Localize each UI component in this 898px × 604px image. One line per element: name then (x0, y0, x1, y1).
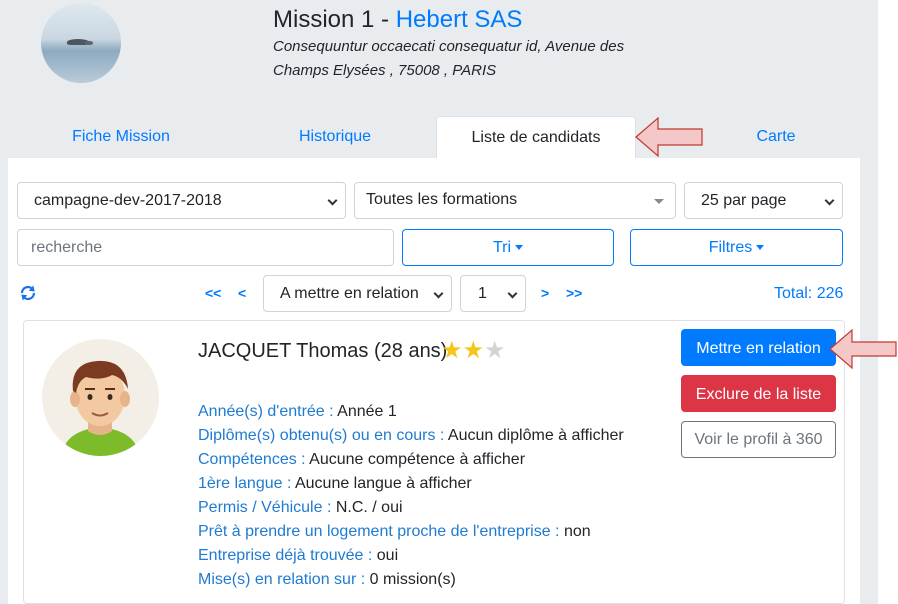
status-select-value: A mettre en relation (280, 285, 419, 302)
last-page-link[interactable]: >> (566, 285, 582, 301)
field-value: 0 mission(s) (365, 571, 456, 588)
arrow-left-icon (635, 116, 703, 158)
field-value: Année 1 (333, 403, 397, 420)
rating-stars: ★★★ (441, 336, 506, 365)
formation-select[interactable]: Toutes les formations (354, 182, 676, 219)
field-label: Permis / Véhicule : (198, 499, 332, 516)
field-annee-entree: Année(s) d'entrée : Année 1 (198, 403, 397, 421)
field-value: N.C. / oui (331, 499, 403, 516)
page-title: Mission 1 - Hebert SAS (273, 6, 522, 34)
mission-title-prefix: Mission 1 - (273, 6, 396, 33)
star-icon: ★ (462, 337, 485, 364)
view-profile-button[interactable]: Voir le profil à 360 (681, 421, 836, 458)
first-page-link[interactable]: << (205, 285, 221, 301)
field-label: Prêt à prendre un logement proche de l'e… (198, 523, 560, 540)
candidate-avatar (42, 339, 159, 456)
total-count: Total: 226 (774, 285, 844, 302)
caret-down-icon (756, 245, 765, 251)
campaign-select-value: campagne-dev-2017-2018 (34, 192, 222, 209)
sort-button-label: Tri (492, 239, 512, 256)
field-logement: Prêt à prendre un logement proche de l'e… (198, 523, 591, 541)
page-select[interactable]: 1 (460, 275, 526, 312)
field-value: oui (372, 547, 399, 564)
caret-down-icon (515, 245, 524, 251)
field-langue: 1ère langue : Aucune langue à afficher (198, 475, 472, 493)
campaign-select[interactable]: campagne-dev-2017-2018 (17, 182, 346, 219)
tab-liste-candidats[interactable]: Liste de candidats (436, 116, 636, 158)
field-competences: Compétences : Aucune compétence à affich… (198, 451, 525, 469)
field-mises-en-relation: Mise(s) en relation sur : 0 mission(s) (198, 571, 456, 589)
company-link[interactable]: Hebert SAS (396, 6, 523, 33)
next-page-link[interactable]: > (541, 285, 549, 301)
field-value: Aucun diplôme à afficher (444, 427, 624, 444)
tab-historique[interactable]: Historique (234, 116, 436, 158)
exclude-button[interactable]: Exclure de la liste (681, 375, 836, 412)
status-select[interactable]: A mettre en relation (263, 275, 452, 312)
field-value: non (559, 523, 591, 540)
star-empty-icon: ★ (484, 337, 506, 364)
mission-logo (41, 3, 121, 83)
page-select-value: 1 (478, 285, 487, 302)
field-value: Aucune compétence à afficher (305, 451, 526, 468)
field-permis: Permis / Véhicule : N.C. / oui (198, 499, 403, 517)
chevron-down-icon (507, 288, 518, 299)
address-line-2: Champs Elysées , 75008 , PARIS (273, 62, 497, 79)
chevron-down-icon (433, 288, 444, 299)
per-page-select-value: 25 par page (701, 192, 787, 209)
tab-carte[interactable]: Carte (676, 116, 876, 158)
field-label: Entreprise déjà trouvée : (198, 547, 373, 564)
field-diplome: Diplôme(s) obtenu(s) ou en cours : Aucun… (198, 427, 624, 445)
mission-address: Consequuntur occaecati consequatur id, A… (273, 35, 673, 83)
address-line-1: Consequuntur occaecati consequatur id, A… (273, 38, 625, 55)
candidate-name: JACQUET Thomas (28 ans) (198, 340, 448, 362)
per-page-select[interactable]: 25 par page (684, 182, 843, 219)
connect-button[interactable]: Mettre en relation (681, 329, 836, 366)
tab-fiche-mission[interactable]: Fiche Mission (8, 116, 234, 158)
refresh-icon[interactable] (19, 284, 37, 302)
chevron-down-icon (327, 195, 338, 206)
formation-select-value: Toutes les formations (366, 191, 518, 208)
chevron-down-icon (824, 195, 835, 206)
field-label: Diplôme(s) obtenu(s) ou en cours : (198, 427, 445, 444)
field-label: Compétences : (198, 451, 306, 468)
field-label: Année(s) d'entrée : (198, 403, 334, 420)
field-label: 1ère langue : (198, 475, 292, 492)
caret-down-icon (654, 199, 664, 204)
field-label: Mise(s) en relation sur : (198, 571, 366, 588)
filters-button[interactable]: Filtres (630, 229, 843, 266)
field-value: Aucune langue à afficher (291, 475, 472, 492)
prev-page-link[interactable]: < (238, 285, 246, 301)
star-icon: ★ (441, 337, 463, 364)
arrow-left-icon (829, 328, 897, 370)
field-entreprise-trouvee: Entreprise déjà trouvée : oui (198, 547, 398, 565)
search-input[interactable]: recherche (17, 229, 394, 266)
filters-button-label: Filtres (708, 239, 753, 256)
sort-button[interactable]: Tri (402, 229, 614, 266)
tab-bar: Fiche Mission Historique Liste de candid… (8, 116, 860, 158)
